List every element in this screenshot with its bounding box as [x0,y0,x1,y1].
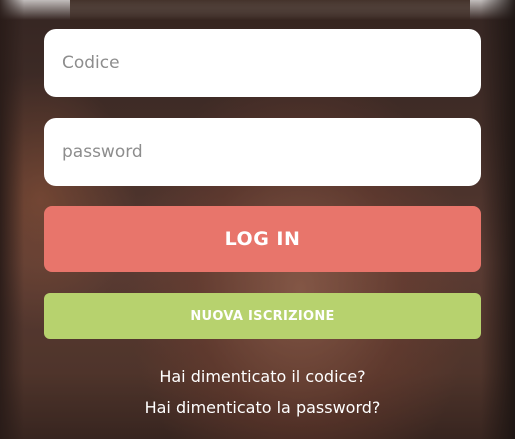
login-form: LOG IN NUOVA ISCRIZIONE Hai dimenticato … [44,29,481,429]
new-registration-button[interactable]: NUOVA ISCRIZIONE [44,293,481,339]
password-input[interactable] [44,118,481,186]
forgot-password-link[interactable]: Hai dimenticato la password? [44,398,481,418]
login-screen: LOG IN NUOVA ISCRIZIONE Hai dimenticato … [0,0,515,439]
help-links: Hai dimenticato il codice? Hai dimentica… [44,367,481,418]
forgot-code-link[interactable]: Hai dimenticato il codice? [44,367,481,387]
code-input[interactable] [44,29,481,97]
login-button[interactable]: LOG IN [44,206,481,272]
